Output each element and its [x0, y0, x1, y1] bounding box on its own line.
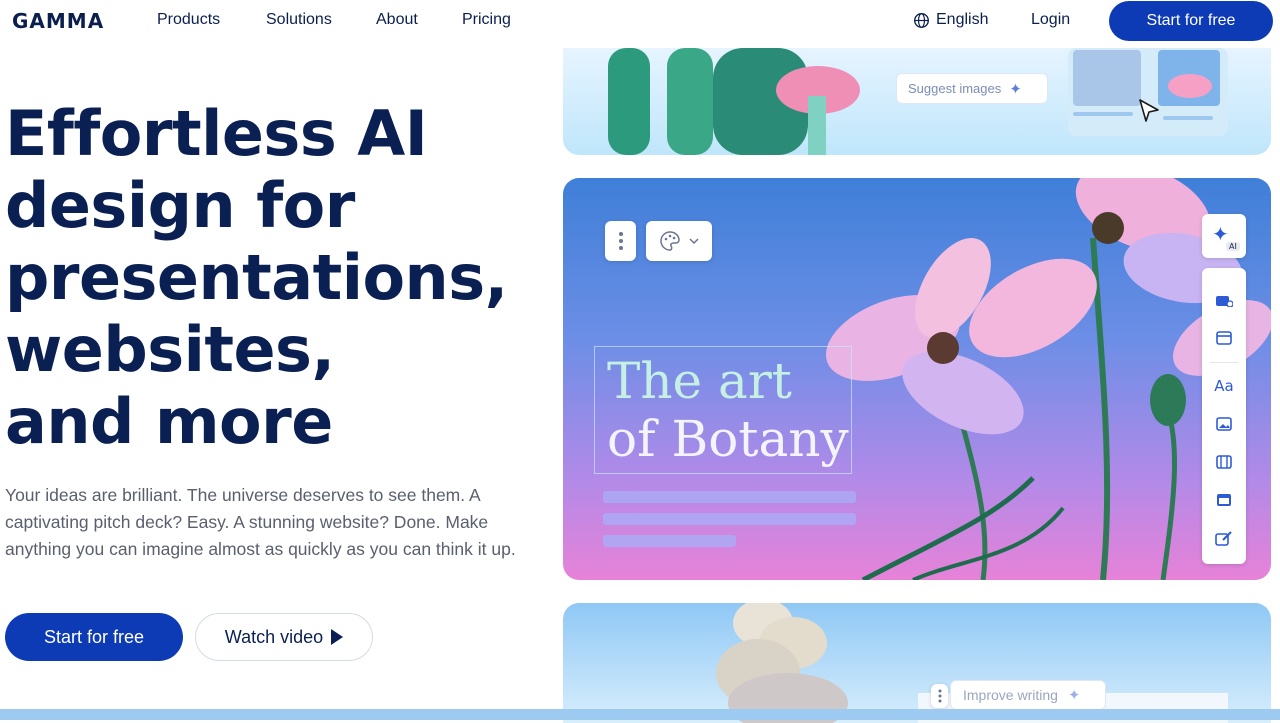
theme-dropdown[interactable] [646, 221, 712, 261]
nav-about[interactable]: About [376, 11, 418, 29]
card-title-line1: The art [607, 352, 792, 410]
hero-start-free-button[interactable]: Start for free [5, 613, 183, 661]
more-vertical-icon [618, 232, 623, 250]
card-toolbar: Aa [1202, 268, 1246, 564]
text-placeholder-line [603, 513, 856, 525]
block-menu-button[interactable] [931, 684, 948, 708]
nav-solutions[interactable]: Solutions [266, 11, 332, 29]
headline-line: websites, [5, 313, 335, 386]
suggest-images-button[interactable]: Suggest images ✦ [896, 73, 1048, 104]
cursor-icon [1139, 99, 1159, 122]
ai-assist-button[interactable]: ✦ AI [1202, 214, 1246, 258]
nav-start-free-button[interactable]: Start for free [1109, 1, 1273, 41]
headline-line: Effortless AI [5, 97, 428, 170]
globe-icon [914, 12, 929, 28]
language-label: English [936, 11, 989, 28]
language-selector[interactable]: English [913, 11, 988, 29]
gamma-logo[interactable]: GAMMA [12, 9, 104, 33]
suggest-images-label: Suggest images [908, 81, 1002, 96]
headline-line: design for [5, 169, 355, 242]
headline-line: and more [5, 385, 333, 458]
hero-headline: Effortless AI design for presentations, … [5, 98, 545, 458]
text-icon[interactable]: Aa [1214, 376, 1234, 396]
preview-card-bottom [563, 603, 1271, 723]
card-title-line2: of Botany [607, 410, 849, 468]
ai-badge: AI [1226, 242, 1240, 251]
toolbar-divider [1210, 362, 1238, 363]
image-icon[interactable] [1214, 414, 1234, 434]
layout-icon[interactable] [1214, 328, 1234, 348]
play-icon [331, 629, 344, 645]
nav-products[interactable]: Products [157, 11, 220, 29]
bottom-strip [0, 709, 1280, 720]
palette-icon [660, 231, 680, 251]
headline-line: presentations, [5, 241, 508, 314]
more-vertical-icon [938, 689, 941, 703]
improve-writing-button[interactable]: Improve writing ✦ [950, 680, 1106, 710]
sparkle-icon: ✦ [1009, 80, 1022, 98]
login-link[interactable]: Login [1031, 11, 1070, 29]
cloud-illustration [716, 603, 1228, 723]
video-icon[interactable] [1214, 452, 1234, 472]
sparkle-icon: ✦ [1067, 687, 1081, 704]
embed-icon[interactable] [1214, 490, 1234, 510]
text-placeholder-line [603, 535, 736, 547]
improve-writing-label: Improve writing [963, 687, 1058, 703]
nav-pricing[interactable]: Pricing [462, 11, 511, 29]
edit-icon[interactable] [1214, 528, 1234, 548]
card-menu-button[interactable] [605, 221, 636, 261]
text-placeholder-line [603, 491, 856, 503]
hero-subtitle: Your ideas are brilliant. The universe d… [5, 485, 516, 559]
watch-video-button[interactable]: Watch video [195, 613, 373, 661]
chevron-down-icon [689, 238, 699, 244]
watch-video-label: Watch video [224, 626, 324, 647]
top-navigation: GAMMA Products Solutions About Pricing E… [0, 0, 1280, 42]
card-add-icon[interactable] [1214, 290, 1234, 310]
